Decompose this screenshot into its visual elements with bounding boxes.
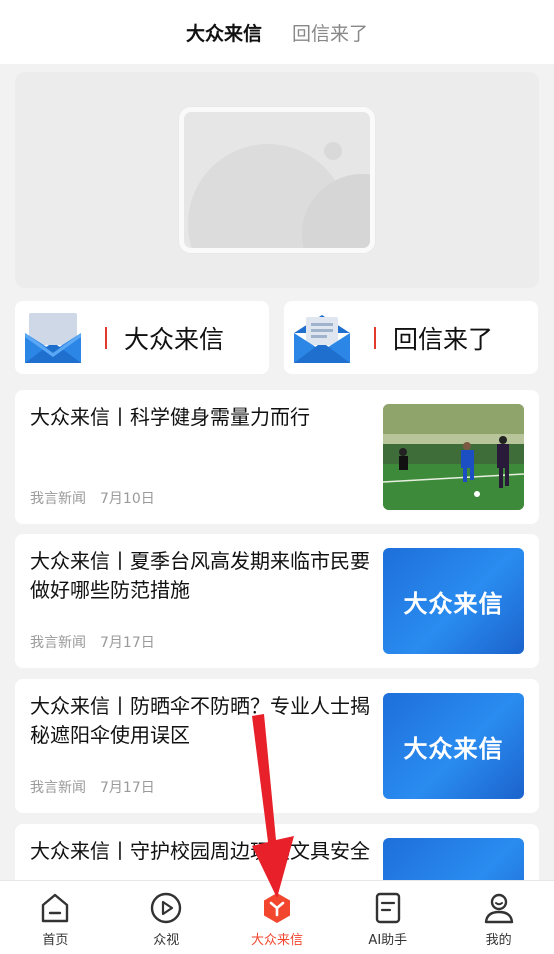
image-placeholder-icon [179, 107, 375, 253]
tabbar-label: 众视 [153, 933, 180, 948]
article-date: 7月10日 [100, 491, 155, 507]
play-icon [150, 892, 182, 924]
divider [105, 326, 107, 349]
tab-dazhong-laixin[interactable]: 大众来信 [186, 19, 262, 46]
article-source: 我言新闻 [30, 635, 86, 651]
home-icon [42, 893, 69, 923]
article-date: 7月17日 [100, 635, 155, 651]
bottom-tab-bar: 首页 众视 大众来信 AI助手 我的 [0, 880, 554, 954]
tabbar-item-zhongshi[interactable]: 众视 [111, 881, 222, 954]
dazhong-icon [263, 893, 290, 923]
envelope-icon [25, 312, 81, 363]
article-card[interactable]: 大众来信丨夏季台风高发期来临市民要做好哪些防范措施 我言新闻 7月17日 大众来信 [15, 534, 539, 668]
article-meta: 我言新闻 7月10日 [30, 488, 155, 508]
article-source: 我言新闻 [30, 491, 86, 507]
top-tab-bar: 大众来信 回信来了 [0, 0, 554, 64]
article-thumbnail: 大众来信 [383, 548, 524, 654]
tabbar-item-mine[interactable]: 我的 [443, 881, 554, 954]
article-thumbnail-photo [383, 404, 524, 510]
article-meta: 我言新闻 7月17日 [30, 632, 155, 652]
article-thumbnail: 大众来信 [383, 693, 524, 799]
tab-huixin-laile[interactable]: 回信来了 [292, 19, 368, 46]
tabbar-label: 首页 [42, 933, 69, 948]
article-source: 我言新闻 [30, 780, 86, 796]
tabbar-label: 我的 [485, 933, 512, 948]
article-card[interactable]: 大众来信丨科学健身需量力而行 我言新闻 7月10日 [15, 390, 539, 524]
thumbnail-logo-text: 大众来信 [403, 733, 504, 763]
tabbar-label: 大众来信 [250, 933, 303, 948]
article-date: 7月17日 [100, 780, 155, 796]
huixin-laile-entry-button[interactable]: 回信来了 [284, 301, 538, 374]
article-meta: 我言新闻 7月17日 [30, 777, 155, 797]
entry-label: 回信来了 [393, 324, 494, 354]
article-card[interactable]: 大众来信丨防晒伞不防晒？专业人士揭秘遮阳伞使用误区 我言新闻 7月17日 大众来信 [15, 679, 539, 813]
tabbar-label: AI助手 [368, 933, 408, 948]
article-title: 大众来信丨守护校园周边玩具文具安全 [30, 839, 370, 863]
article-title: 大众来信丨夏季台风高发期来临市民要做好哪些防范措施 [30, 549, 370, 602]
article-title: 大众来信丨防晒伞不防晒？专业人士揭秘遮阳伞使用误区 [30, 694, 370, 747]
user-icon [484, 893, 513, 924]
entry-label: 大众来信 [124, 324, 225, 354]
document-icon [375, 892, 400, 924]
banner-placeholder[interactable] [15, 72, 539, 288]
tabbar-item-home[interactable]: 首页 [0, 881, 111, 954]
thumbnail-logo-text: 大众来信 [403, 588, 504, 618]
tabbar-item-ai-assistant[interactable]: AI助手 [332, 881, 443, 954]
article-title: 大众来信丨科学健身需量力而行 [30, 405, 310, 429]
open-envelope-icon [294, 314, 350, 363]
dazhong-laixin-entry-button[interactable]: 大众来信 [15, 301, 269, 374]
tabbar-item-dazhong-laixin[interactable]: 大众来信 [222, 881, 333, 954]
divider [374, 326, 376, 349]
